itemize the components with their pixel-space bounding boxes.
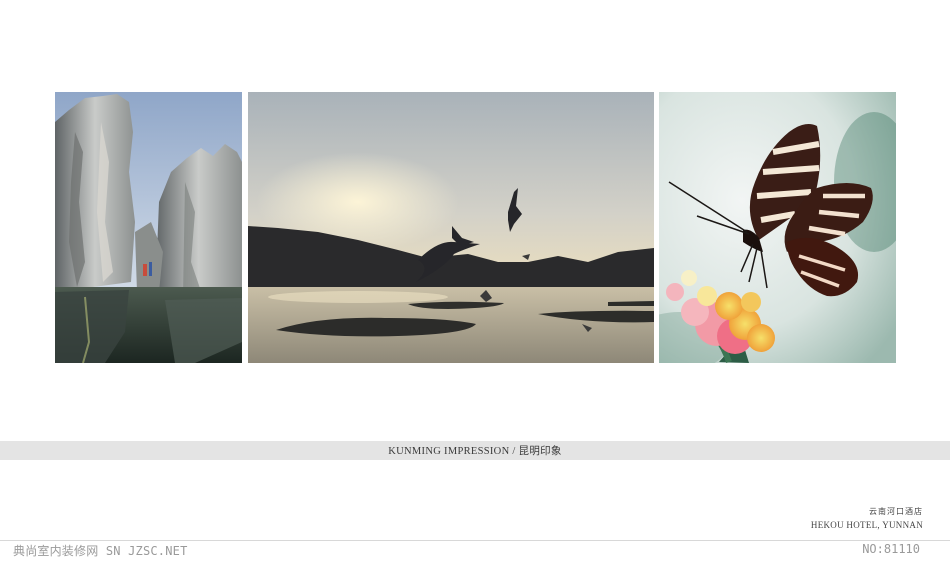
butterfly-photo	[659, 92, 896, 363]
hotel-info: 云南河口酒店 HEKOU HOTEL, YUNNAN	[811, 506, 923, 532]
footer-divider	[0, 540, 950, 541]
lake-birds-photo	[248, 92, 654, 363]
caption-band: KUNMING IMPRESSION / 昆明印象	[0, 441, 950, 460]
hotel-name-en: HEKOU HOTEL, YUNNAN	[810, 520, 923, 530]
stone-forest-photo	[55, 92, 242, 363]
document-number: NO:81110	[862, 542, 920, 556]
hotel-name-cn: 云南河口酒店	[869, 507, 923, 516]
caption-title: KUNMING IMPRESSION / 昆明印象	[388, 446, 562, 457]
watermark-text: 典尚室内装修网 SN JZSC.NET	[13, 544, 188, 558]
